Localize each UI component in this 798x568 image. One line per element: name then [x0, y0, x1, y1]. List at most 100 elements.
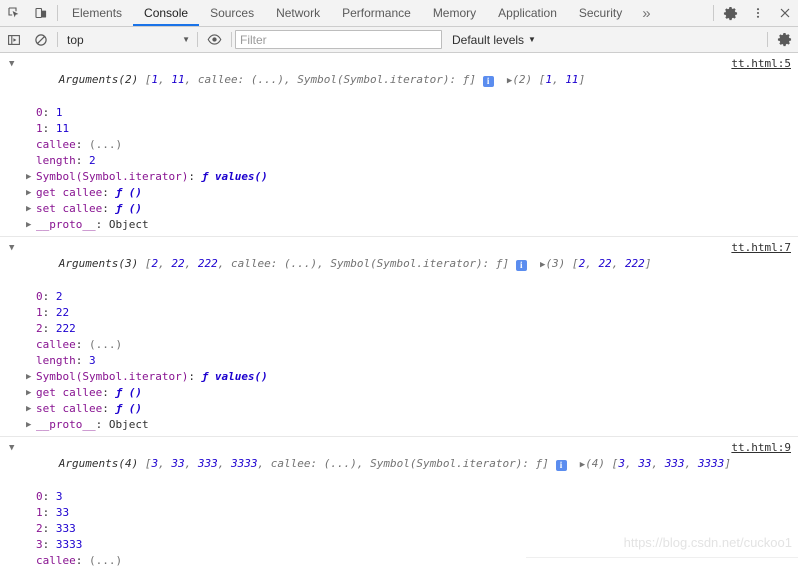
object-property[interactable]: 1: 22 [0, 305, 798, 321]
object-property[interactable]: callee: (...) [0, 553, 798, 568]
property-name: 3 [36, 538, 43, 551]
console-message[interactable]: ▼ Arguments(3) [2, 22, 222, callee: (...)… [0, 237, 798, 437]
tab-elements[interactable]: Elements [61, 0, 133, 26]
object-property[interactable]: callee: (...) [0, 337, 798, 353]
object-property[interactable]: 3: 3333 [0, 537, 798, 553]
source-link[interactable]: tt.html:7 [731, 240, 791, 256]
tab-console[interactable]: Console [133, 0, 200, 26]
tabbar-divider [57, 5, 58, 21]
object-property[interactable]: ▶ get callee: ƒ () [0, 185, 798, 201]
expand-arrow-icon[interactable]: ▶ [26, 185, 31, 201]
console-settings-gear-icon[interactable] [771, 27, 798, 52]
property-value: (...) [89, 338, 123, 351]
tab-label: Memory [432, 6, 477, 20]
live-expression-eye-icon[interactable] [201, 27, 228, 52]
chevron-down-icon: ▼ [182, 35, 190, 44]
tab-label: Application [498, 6, 557, 20]
array-item: 22 [598, 257, 612, 270]
object-property[interactable]: ▶ __proto__: Object [0, 217, 798, 233]
expand-arrow-icon[interactable]: ▶ [26, 201, 31, 217]
object-header[interactable]: ▼ Arguments(4) [3, 33, 333, 3333, callee:… [0, 440, 798, 489]
console-message[interactable]: ▼ Arguments(4) [3, 33, 333, 3333, callee:… [0, 437, 798, 568]
property-value: Object [108, 218, 149, 231]
tab-label: Network [276, 6, 321, 20]
object-property[interactable]: 2: 222 [0, 321, 798, 337]
object-property[interactable]: length: 3 [0, 353, 798, 369]
log-levels-select[interactable]: Default levels ▼ [452, 33, 536, 47]
expand-arrow-icon[interactable]: ▶ [26, 169, 31, 185]
tab-memory[interactable]: Memory [422, 0, 487, 26]
tab-sources[interactable]: Sources [199, 0, 265, 26]
tab-label: Sources [210, 6, 255, 20]
expand-arrow-icon[interactable]: ▶ [26, 385, 31, 401]
expand-arrow-icon[interactable]: ▶ [580, 460, 585, 470]
property-name: 0 [36, 490, 43, 503]
more-vertical-icon[interactable] [744, 0, 771, 26]
property-value: 33 [55, 506, 70, 519]
object-property[interactable]: ▶ get callee: ƒ () [0, 385, 798, 401]
console-message[interactable]: ▼ Arguments(2) [1, 11, callee: (...), Sym… [0, 53, 798, 237]
inspect-element-icon[interactable] [0, 0, 27, 26]
object-property[interactable]: ▶ Symbol(Symbol.iterator): ƒ values() [0, 169, 798, 185]
object-property[interactable]: 0: 2 [0, 289, 798, 305]
object-property[interactable]: length: 2 [0, 153, 798, 169]
tabbar-overflow-icon[interactable]: » [633, 0, 659, 26]
object-header[interactable]: ▼ Arguments(2) [1, 11, callee: (...), Sym… [0, 56, 798, 105]
object-property[interactable]: 2: 333 [0, 521, 798, 537]
source-link[interactable]: tt.html:5 [731, 56, 791, 72]
callee-preview: callee: (...), [197, 73, 291, 86]
preview-value: 22 [171, 257, 185, 270]
tab-security[interactable]: Security [568, 0, 633, 26]
console-toolbar: top ▼ Filter Default levels ▼ [0, 27, 798, 53]
property-value: 333 [55, 522, 76, 535]
execution-context-value: top [67, 32, 84, 47]
expand-arrow-icon[interactable]: ▶ [507, 76, 512, 86]
tab-application[interactable]: Application [487, 0, 568, 26]
tab-performance[interactable]: Performance [331, 0, 422, 26]
property-name: 1 [36, 306, 43, 319]
object-header[interactable]: ▼ Arguments(3) [2, 22, 222, callee: (...)… [0, 240, 798, 289]
property-name: set callee [36, 202, 103, 215]
object-class-name: Arguments(2) [58, 73, 139, 86]
expand-arrow-icon[interactable]: ▶ [26, 401, 31, 417]
log-levels-label: Default levels [452, 32, 525, 47]
toolbar-divider-1 [57, 32, 58, 47]
property-value: ƒ values() [201, 370, 268, 383]
execution-context-select[interactable]: top ▼ [61, 30, 194, 49]
filter-input[interactable]: Filter [235, 30, 442, 49]
object-property[interactable]: ▶ set callee: ƒ () [0, 401, 798, 417]
object-property[interactable]: callee: (...) [0, 137, 798, 153]
array-count: (2) [512, 73, 533, 86]
console-sidebar-icon[interactable] [0, 27, 27, 52]
object-property[interactable]: 0: 1 [0, 105, 798, 121]
expand-arrow-icon[interactable]: ▶ [26, 217, 31, 233]
property-name: 2 [36, 522, 43, 535]
device-toolbar-icon[interactable] [27, 0, 54, 26]
property-name: callee [36, 554, 76, 567]
source-link[interactable]: tt.html:9 [731, 440, 791, 456]
collapse-arrow-icon[interactable]: ▼ [9, 440, 14, 456]
array-count: (3) [545, 257, 566, 270]
preview-value: 11 [171, 73, 185, 86]
object-property[interactable]: ▶ Symbol(Symbol.iterator): ƒ values() [0, 369, 798, 385]
expand-arrow-icon[interactable]: ▶ [26, 417, 31, 433]
array-item: 333 [664, 457, 685, 470]
object-property[interactable]: 1: 11 [0, 121, 798, 137]
tab-network[interactable]: Network [265, 0, 331, 26]
close-icon[interactable] [771, 0, 798, 26]
clear-console-icon[interactable] [27, 27, 54, 52]
object-property[interactable]: 1: 33 [0, 505, 798, 521]
expand-arrow-icon[interactable]: ▶ [540, 260, 545, 270]
expand-arrow-icon[interactable]: ▶ [26, 369, 31, 385]
gear-icon[interactable] [717, 0, 744, 26]
object-property[interactable]: ▶ set callee: ƒ () [0, 201, 798, 217]
property-value: 3 [89, 354, 96, 367]
object-property[interactable]: 0: 3 [0, 489, 798, 505]
property-value: (...) [89, 138, 123, 151]
console-message-list[interactable]: ▼ Arguments(2) [1, 11, callee: (...), Sym… [0, 53, 798, 568]
array-item: 3333 [697, 457, 725, 470]
toolbar-divider-2 [197, 32, 198, 47]
collapse-arrow-icon[interactable]: ▼ [9, 240, 14, 256]
object-property[interactable]: ▶ __proto__: Object [0, 417, 798, 433]
collapse-arrow-icon[interactable]: ▼ [9, 56, 14, 72]
